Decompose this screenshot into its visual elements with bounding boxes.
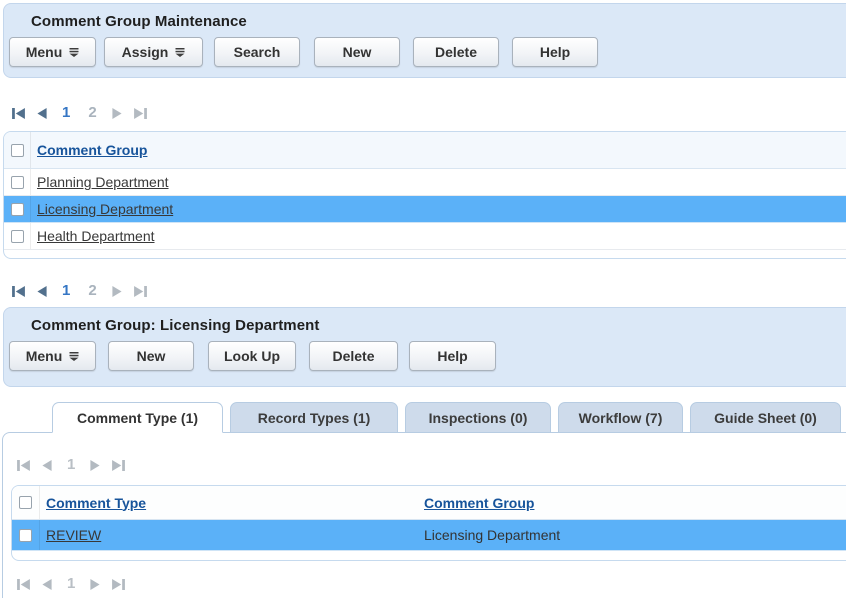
tab-label: Inspections (0) (429, 410, 528, 426)
new-button[interactable]: New (108, 341, 194, 371)
row-checkbox-cell (4, 196, 31, 222)
delete-button-label: Delete (435, 44, 477, 60)
search-button[interactable]: Search (214, 37, 300, 67)
header-checkbox-cell (12, 486, 40, 519)
assign-button[interactable]: Assign (104, 37, 203, 67)
maintenance-toolbar: Menu Assign Search New Delete Help (9, 37, 846, 76)
tab-label: Record Types (1) (258, 410, 371, 426)
menu-caret-icon (69, 48, 79, 57)
groups-pagination-bottom: 1 2 (12, 281, 846, 301)
first-page-icon[interactable] (12, 286, 25, 297)
previous-page-icon[interactable] (37, 108, 47, 119)
group-link[interactable]: Licensing Department (31, 201, 173, 217)
menu-button-label: Menu (26, 348, 63, 364)
new-button[interactable]: New (314, 37, 400, 67)
menu-caret-icon (175, 48, 185, 57)
last-page-icon[interactable] (134, 286, 147, 297)
row-checkbox-cell (4, 223, 31, 249)
maintenance-panel: Comment Group Maintenance Menu Assign Se… (3, 3, 846, 78)
page-number-2[interactable]: 2 (85, 103, 99, 123)
detail-toolbar: Menu New Look Up Delete Help (9, 341, 846, 380)
detail-panel-title: Comment Group: Licensing Department (4, 308, 846, 334)
page-number-current: 1 (64, 455, 78, 475)
last-page-icon[interactable] (134, 108, 147, 119)
detail-panel: Comment Group: Licensing Department Menu… (3, 307, 846, 387)
tab-label: Workflow (7) (579, 410, 663, 426)
row-checkbox[interactable] (11, 230, 24, 243)
delete-button-label: Delete (332, 348, 374, 364)
table-bottom-padding (4, 250, 846, 258)
tab-inspections[interactable]: Inspections (0) (405, 402, 551, 433)
new-button-label: New (137, 348, 166, 364)
tab-record-types[interactable]: Record Types (1) (230, 402, 398, 433)
menu-button-label: Menu (26, 44, 63, 60)
look-up-button[interactable]: Look Up (208, 341, 296, 371)
first-page-icon (17, 460, 30, 471)
select-all-checkbox[interactable] (11, 144, 24, 157)
assign-button-label: Assign (122, 44, 169, 60)
search-button-label: Search (234, 44, 281, 60)
tab-content-comment-type: 1 Comment Type Comment Group REVIEW Lice… (2, 432, 846, 598)
help-button-label: Help (437, 348, 467, 364)
row-checkbox[interactable] (11, 176, 24, 189)
select-all-checkbox[interactable] (19, 496, 32, 509)
next-page-icon (90, 460, 100, 471)
tab-comment-type[interactable]: Comment Type (1) (52, 402, 223, 433)
menu-caret-icon (69, 352, 79, 361)
first-page-icon[interactable] (12, 108, 25, 119)
header-checkbox-cell (4, 132, 31, 168)
row-checkbox[interactable] (11, 203, 24, 216)
help-button[interactable]: Help (512, 37, 598, 67)
tab-guide-sheet[interactable]: Guide Sheet (0) (690, 402, 841, 433)
comment-type-link[interactable]: REVIEW (40, 527, 424, 543)
menu-button[interactable]: Menu (9, 37, 96, 67)
menu-button[interactable]: Menu (9, 341, 96, 371)
last-page-icon (112, 460, 125, 471)
table-bottom-padding (12, 551, 846, 560)
page-number-current[interactable]: 1 (59, 103, 73, 123)
comment-group-value: Licensing Department (424, 527, 560, 543)
comment-group-column-header[interactable]: Comment Group (31, 142, 147, 158)
comment-groups-header-row: Comment Group (4, 132, 846, 169)
group-link[interactable]: Planning Department (31, 174, 169, 190)
next-page-icon[interactable] (112, 286, 122, 297)
tab-label: Comment Type (1) (77, 410, 198, 426)
page-number-2[interactable]: 2 (85, 281, 99, 301)
page-number-current: 1 (64, 574, 78, 594)
group-link[interactable]: Health Department (31, 228, 155, 244)
delete-button[interactable]: Delete (413, 37, 499, 67)
comment-groups-table: Comment Group Planning Department Licens… (3, 131, 846, 259)
row-checkbox-cell (4, 169, 31, 195)
table-row-licensing-department[interactable]: Licensing Department (4, 196, 846, 223)
help-button-label: Help (540, 44, 570, 60)
look-up-button-label: Look Up (224, 348, 280, 364)
tab-label: Guide Sheet (0) (714, 410, 817, 426)
table-row-review[interactable]: REVIEW Licensing Department (12, 520, 846, 551)
next-page-icon[interactable] (112, 108, 122, 119)
groups-pagination-top: 1 2 (12, 103, 846, 123)
delete-button[interactable]: Delete (309, 341, 398, 371)
comment-type-pagination-top: 1 (17, 455, 846, 475)
comment-type-header-row: Comment Type Comment Group (12, 486, 846, 520)
row-checkbox-cell (12, 520, 40, 550)
row-checkbox[interactable] (19, 529, 32, 542)
help-button[interactable]: Help (409, 341, 496, 371)
table-row-health-department[interactable]: Health Department (4, 223, 846, 250)
maintenance-panel-title: Comment Group Maintenance (4, 4, 846, 30)
new-button-label: New (343, 44, 372, 60)
previous-page-icon (42, 460, 52, 471)
comment-type-column-header[interactable]: Comment Type (40, 495, 424, 511)
tab-workflow[interactable]: Workflow (7) (558, 402, 683, 433)
table-row-planning-department[interactable]: Planning Department (4, 169, 846, 196)
page-number-current[interactable]: 1 (59, 281, 73, 301)
comment-type-pagination-bottom: 1 (17, 574, 846, 594)
previous-page-icon[interactable] (37, 286, 47, 297)
detail-tabs: Comment Type (1) Record Types (1) Inspec… (52, 402, 846, 433)
comment-type-table: Comment Type Comment Group REVIEW Licens… (11, 485, 846, 561)
comment-group-column-header[interactable]: Comment Group (424, 495, 534, 511)
